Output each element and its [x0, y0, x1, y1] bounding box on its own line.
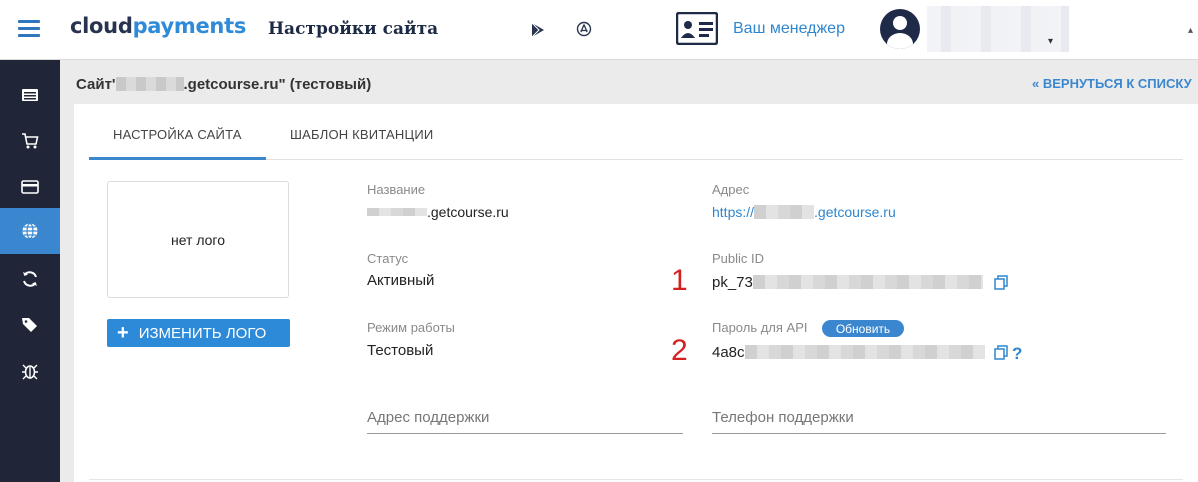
plus-icon: +	[117, 322, 129, 344]
top-bar: cloudpayments Настройки сайта Ваш менедж…	[0, 0, 1198, 60]
redacted-text	[752, 275, 983, 289]
public-id-value: pk_73	[712, 274, 983, 291]
sidebar-item-subscriptions[interactable]	[0, 256, 60, 302]
tab-site-settings[interactable]: НАСТРОЙКА САЙТА	[113, 127, 242, 142]
tags-icon	[22, 318, 37, 332]
api-password-prefix: 4a8c	[712, 344, 745, 361]
site-title: Сайт' .getcourse.ru" (тестовый)	[76, 76, 371, 93]
chevron-down-icon[interactable]: ▾	[1048, 36, 1053, 47]
logo-part-cloud: cloud	[70, 14, 133, 38]
list-icon	[22, 89, 38, 101]
card-icon	[21, 180, 39, 194]
address-link[interactable]: https:// .getcourse.ru	[712, 204, 896, 220]
annotation-marker-1: 1	[671, 264, 688, 297]
menu-icon[interactable]	[18, 20, 40, 38]
sidebar-item-sites[interactable]	[0, 208, 60, 254]
api-password-label: Пароль для API	[712, 320, 808, 335]
cart-icon	[22, 133, 39, 149]
manager-card-icon[interactable]	[676, 12, 718, 45]
public-id-label: Public ID	[712, 251, 765, 266]
name-value: .getcourse.ru	[367, 204, 509, 220]
copy-icon[interactable]	[994, 275, 1008, 290]
cloudpayments-logo[interactable]: cloudpayments	[70, 14, 246, 38]
active-tab-indicator	[89, 157, 266, 160]
name-value-suffix: .getcourse.ru	[427, 204, 509, 220]
change-logo-button[interactable]: + ИЗМЕНИТЬ ЛОГО	[107, 319, 290, 347]
refresh-password-button[interactable]: Обновить	[822, 320, 904, 337]
logo-part-payments: payments	[132, 14, 247, 38]
google-play-icon[interactable]	[531, 22, 545, 38]
sidebar-item-debug[interactable]	[0, 348, 60, 394]
site-settings-card: НАСТРОЙКА САЙТА ШАБЛОН КВИТАНЦИИ нет лог…	[74, 104, 1198, 482]
address-label: Адрес	[712, 182, 750, 197]
mode-label: Режим работы	[367, 320, 455, 335]
name-label: Название	[367, 182, 426, 197]
back-to-list-link[interactable]: « ВЕРНУТЬСЯ К СПИСКУ	[1032, 76, 1192, 91]
change-logo-label: ИЗМЕНИТЬ ЛОГО	[138, 324, 267, 342]
scroll-up-icon[interactable]: ▴	[1188, 25, 1193, 36]
mode-value: Тестовый	[367, 342, 434, 359]
address-value-suffix: .getcourse.ru	[814, 204, 896, 220]
status-value: Активный	[367, 272, 435, 289]
redacted-text	[754, 205, 815, 219]
tab-bar: НАСТРОЙКА САЙТА ШАБЛОН КВИТАНЦИИ	[89, 104, 1183, 160]
site-title-suffix: .getcourse.ru" (тестовый)	[183, 76, 372, 93]
avatar[interactable]	[880, 9, 920, 49]
divider	[89, 479, 1183, 480]
redacted-text	[744, 345, 985, 359]
page-title: Настройки сайта	[268, 19, 439, 39]
address-value-prefix: https://	[712, 204, 755, 220]
sidebar-item-cart[interactable]	[0, 118, 60, 164]
app-store-icon[interactable]	[576, 21, 592, 37]
support-address-input[interactable]: Адрес поддержки	[367, 402, 683, 434]
redacted-text	[115, 77, 184, 91]
refresh-icon	[23, 271, 37, 287]
help-icon[interactable]: ?	[1012, 344, 1022, 364]
bug-icon	[22, 364, 38, 380]
sidebar	[0, 60, 60, 482]
api-password-value: 4a8c	[712, 344, 985, 361]
sidebar-item-list[interactable]	[0, 72, 60, 118]
sidebar-item-tariffs[interactable]	[0, 302, 60, 348]
annotation-marker-2: 2	[671, 334, 688, 367]
redacted-text	[367, 208, 427, 216]
status-label: Статус	[367, 251, 409, 266]
logo-placeholder: нет лого	[107, 181, 289, 298]
support-phone-input[interactable]: Телефон поддержки	[712, 402, 1166, 434]
copy-icon[interactable]	[994, 345, 1008, 360]
sidebar-item-cards[interactable]	[0, 164, 60, 210]
public-id-prefix: pk_73	[712, 274, 753, 291]
globe-icon	[22, 222, 38, 240]
your-manager-link[interactable]: Ваш менеджер	[733, 20, 845, 38]
site-title-prefix: Сайт'	[76, 76, 116, 93]
tab-receipt-template[interactable]: ШАБЛОН КВИТАНЦИИ	[290, 127, 433, 142]
